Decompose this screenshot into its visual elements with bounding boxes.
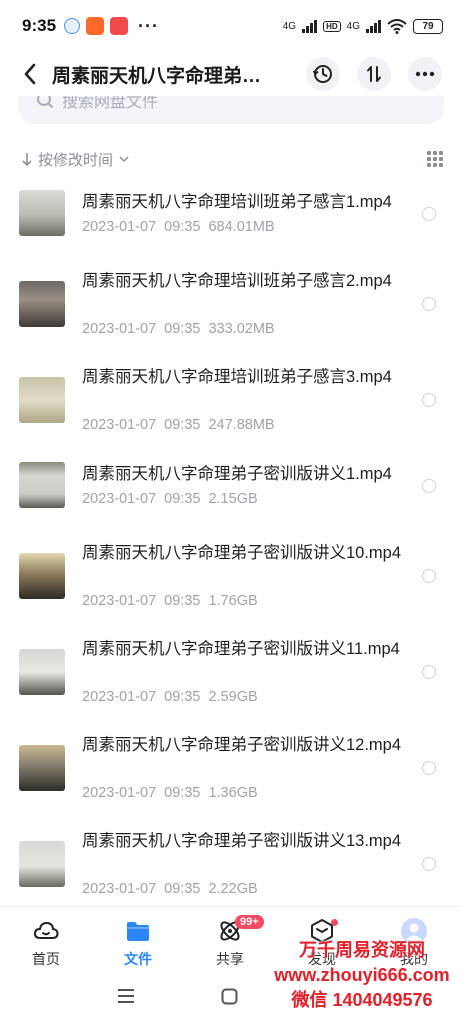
search-input[interactable]: 搜索网盘文件 [62, 96, 158, 112]
search-bar[interactable]: 搜索网盘文件 [18, 96, 444, 124]
select-radio[interactable] [422, 297, 436, 311]
file-time: 09:35 [164, 417, 201, 433]
menu-icon[interactable] [117, 988, 135, 1004]
file-name: 周素丽天机八字命理弟子密训版讲义12.mp4 [82, 736, 402, 754]
select-radio[interactable] [422, 393, 436, 407]
file-meta: 2023-01-07 09:35 1.76GB [82, 593, 266, 609]
watermark-line: 微信 1404049576 [291, 990, 433, 1010]
file-time: 09:35 [164, 321, 201, 337]
file-meta: 2023-01-07 09:35 2.59GB [82, 689, 266, 705]
file-time: 09:35 [164, 689, 201, 705]
file-name: 周素丽天机八字命理弟子密训版讲义10.mp4 [82, 544, 402, 562]
file-date: 2023-01-07 [82, 689, 157, 705]
file-time: 09:35 [164, 491, 201, 507]
nav-files[interactable]: 文件 [103, 917, 173, 969]
select-radio[interactable] [422, 665, 436, 679]
file-meta: 2023-01-07 09:35 2.22GB [82, 881, 266, 897]
video-thumbnail [19, 281, 65, 327]
nav-share[interactable]: 99+ 共享 [195, 915, 265, 969]
watermark-line: 万千周易资源网 [299, 940, 425, 960]
list-item[interactable]: 周素丽天机八字命理弟子密训版讲义13.mp4 2023-01-07 09:35 2.… [0, 0, 461, 897]
file-date: 2023-01-07 [82, 881, 157, 897]
video-thumbnail [19, 841, 65, 887]
sort-row: 按修改时间 [0, 144, 461, 174]
grid-view-icon[interactable] [427, 151, 443, 167]
select-radio[interactable] [422, 207, 436, 221]
video-thumbnail [19, 745, 65, 791]
file-date: 2023-01-07 [82, 321, 157, 337]
file-size: 247.88MB [208, 417, 275, 433]
file-date: 2023-01-07 [82, 785, 157, 801]
file-time: 09:35 [164, 593, 201, 609]
select-radio[interactable] [422, 569, 436, 583]
file-time: 09:35 [164, 785, 201, 801]
file-date: 2023-01-07 [82, 417, 157, 433]
select-radio[interactable] [422, 479, 436, 493]
file-size: 2.15GB [208, 491, 258, 507]
nav-label: 首页 [32, 951, 60, 967]
chevron-down-icon[interactable] [119, 155, 129, 163]
video-thumbnail [19, 190, 65, 236]
video-thumbnail [19, 377, 65, 423]
file-name: 周素丽天机八字命理弟子密训版讲义11.mp4 [82, 640, 400, 658]
nav-label: 文件 [124, 951, 152, 967]
file-name: 周素丽天机八字命理弟子密训版讲义1.mp4 [82, 465, 392, 483]
file-size: 684.01MB [208, 219, 275, 235]
file-name: 周素丽天机八字命理培训班弟子感言2.mp4 [82, 272, 392, 290]
watermark: 万千周易资源网 www.zhouyi666.com 微信 1404049576 [262, 938, 461, 1013]
file-date: 2023-01-07 [82, 219, 157, 235]
home-square-icon[interactable] [221, 988, 238, 1005]
select-radio[interactable] [422, 761, 436, 775]
file-date: 2023-01-07 [82, 593, 157, 609]
file-meta: 2023-01-07 09:35 247.88MB [82, 417, 283, 433]
file-size: 2.22GB [208, 881, 258, 897]
file-meta: 2023-01-07 09:35 2.15GB [82, 491, 266, 507]
file-meta: 2023-01-07 09:35 1.36GB [82, 785, 266, 801]
video-thumbnail [19, 553, 65, 599]
cloud-icon [33, 921, 59, 939]
file-meta: 2023-01-07 09:35 333.02MB [82, 321, 283, 337]
file-date: 2023-01-07 [82, 491, 157, 507]
select-radio[interactable] [422, 857, 436, 871]
file-meta: 2023-01-07 09:35 684.01MB [82, 219, 283, 235]
search-icon [37, 96, 54, 109]
watermark-line: www.zhouyi666.com [274, 965, 450, 985]
file-name: 周素丽天机八字命理培训班弟子感言3.mp4 [82, 368, 392, 386]
file-size: 333.02MB [208, 321, 275, 337]
file-name: 周素丽天机八字命理弟子密训版讲义13.mp4 [82, 832, 402, 850]
file-name: 周素丽天机八字命理培训班弟子感言1.mp4 [82, 193, 392, 211]
video-thumbnail [19, 462, 65, 508]
file-size: 1.76GB [208, 593, 258, 609]
sort-arrow-icon [22, 153, 32, 166]
folder-icon [127, 922, 149, 941]
file-time: 09:35 [164, 219, 201, 235]
notification-dot [331, 919, 338, 926]
file-size: 2.59GB [208, 689, 258, 705]
file-time: 09:35 [164, 881, 201, 897]
share-badge: 99+ [235, 915, 264, 929]
sort-label[interactable]: 按修改时间 [38, 149, 113, 170]
nav-label: 共享 [216, 951, 244, 967]
video-thumbnail [19, 649, 65, 695]
file-size: 1.36GB [208, 785, 258, 801]
nav-home[interactable]: 首页 [11, 917, 81, 969]
